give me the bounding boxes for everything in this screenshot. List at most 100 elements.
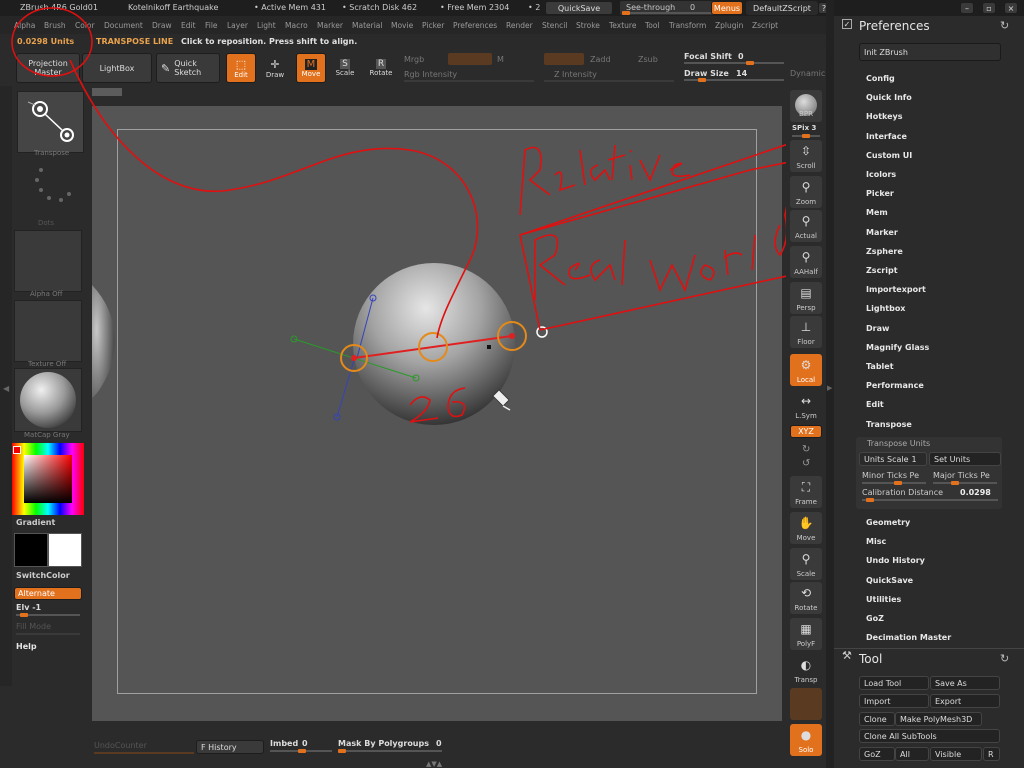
make-polymesh-button[interactable]: Make PolyMesh3D [895,712,982,726]
transp-label: Transp [794,676,818,684]
transpose-end-dot [509,333,515,339]
pref-hotkeys[interactable]: Hotkeys [866,112,903,121]
preferences-title[interactable]: Preferences [859,19,930,33]
pref-importexport[interactable]: Importexport [866,285,926,294]
clone-button[interactable]: Clone [859,712,895,726]
bpr-label: BPR [799,110,813,118]
set-units-button[interactable]: Set Units [929,452,1001,466]
clone-all-subtools-button[interactable]: Clone All SubTools [859,729,1000,743]
units-scale-slider[interactable]: Units Scale 1 [859,452,927,466]
ghost-button[interactable] [790,688,822,720]
pref-zsphere[interactable]: Zsphere [866,247,903,256]
tool-refresh-icon[interactable]: ↻ [1000,652,1009,665]
load-tool-button[interactable]: Load Tool [859,676,929,690]
move-view-label: Move [796,534,816,542]
pref-edit[interactable]: Edit [866,400,884,409]
imbed-track [270,749,332,753]
pref-lightbox[interactable]: Lightbox [866,304,905,313]
major-ticks-slider[interactable]: Major Ticks Pe [931,470,1001,486]
persp-button[interactable]: ▤ Persp [790,282,822,314]
tool-title[interactable]: Tool [859,652,882,666]
frame-label: Frame [795,498,817,506]
actual-button[interactable]: ⚲ Actual [790,210,822,242]
move-view-button[interactable]: ✋ Move [790,512,822,544]
pref-goz[interactable]: GoZ [866,614,884,623]
pref-quicksave[interactable]: QuickSave [866,576,913,585]
polyf-button[interactable]: ▦ PolyF [790,618,822,650]
import-button[interactable]: Import [859,694,929,708]
minor-ticks-slider[interactable]: Minor Ticks Pe [860,470,930,486]
pref-marker[interactable]: Marker [866,228,898,237]
undo-counter-label[interactable]: UndoCounter [94,741,147,750]
frame-icon: ⛶ [801,479,811,494]
pref-performance[interactable]: Performance [866,381,924,390]
xyz-button[interactable]: XYZ [790,425,822,438]
pref-misc[interactable]: Misc [866,537,886,546]
solo-button[interactable]: ● Solo [790,724,822,756]
pref-quick-info[interactable]: Quick Info [866,93,912,102]
make-polymesh-label: Make PolyMesh3D [900,714,973,724]
pref-picker[interactable]: Picker [866,189,894,198]
goz-r-button[interactable]: R [983,747,1000,761]
imbed-slider[interactable]: Imbed 0 [270,738,334,754]
bpr-button[interactable]: BPR [790,90,822,122]
init-zbrush-button[interactable]: Init ZBrush [859,43,1001,61]
pref-decimation-master[interactable]: Decimation Master [866,633,951,642]
goz-visible-button[interactable]: Visible [930,747,982,761]
pref-magnify-glass[interactable]: Magnify Glass [866,343,929,352]
pref-interface[interactable]: Interface [866,132,907,141]
transp-button[interactable]: ◐ Transp [790,654,822,686]
major-ticks-track [933,481,997,485]
local-button[interactable]: ⚙ Local [790,354,822,386]
tool-hammer-icon[interactable]: ⚒ [842,649,852,662]
pref-custom-ui[interactable]: Custom UI [866,151,912,160]
zoom-icon: ⚲ [801,180,811,194]
save-as-button[interactable]: Save As [930,676,1000,690]
pref-config[interactable]: Config [866,74,895,83]
persp-icon: ▤ [800,286,812,300]
frame-button[interactable]: ⛶ Frame [790,476,822,508]
import-label: Import [864,696,891,706]
goz-all-button[interactable]: All [895,747,929,761]
aahalf-button[interactable]: ⚲ AAHalf [790,246,822,278]
annotation-text-realworld [534,199,789,300]
pref-icolors[interactable]: Icolors [866,170,896,179]
transpose-units-title[interactable]: Transpose Units [867,439,930,448]
zoom-button[interactable]: ⚲ Zoom [790,176,822,208]
pref-draw[interactable]: Draw [866,324,889,333]
rotate-ccw-icon[interactable]: ↺ [802,458,810,469]
floor-icon: ⊥ [800,320,812,334]
rotate-view-button[interactable]: ⟲ Rotate [790,582,822,614]
spix-slider[interactable]: SPix 3 [790,124,822,138]
set-units-label: Set Units [934,454,971,464]
imbed-knob [298,749,306,753]
export-button[interactable]: Export [930,694,1000,708]
lsym-button[interactable]: ↔ L.Sym [790,390,822,422]
preferences-refresh-icon[interactable]: ↻ [1000,19,1009,32]
bottom-arrows-icon[interactable]: ▲▼▲ [426,760,442,768]
actual-label: Actual [795,232,817,240]
undo-counter-track[interactable] [94,752,194,754]
pref-geometry[interactable]: Geometry [866,518,910,527]
init-zbrush-label: Init ZBrush [864,47,908,57]
goz-button[interactable]: GoZ [859,747,895,761]
pref-mem[interactable]: Mem [866,208,888,217]
shelf-arrow-icon[interactable]: ▶ [827,384,832,392]
mask-polygroups-slider[interactable]: Mask By Polygroups 0 [338,738,468,754]
pref-tablet[interactable]: Tablet [866,362,894,371]
scroll-button[interactable]: ⇳ Scroll [790,140,822,172]
preferences-checkbox-icon[interactable]: ✓ [842,19,852,29]
local-label: Local [796,376,816,384]
goz-all-label: All [900,749,910,759]
scale-view-button[interactable]: ⚲ Scale [790,548,822,580]
pref-zscript[interactable]: Zscript [866,266,898,275]
clone-label: Clone [864,714,887,724]
rotate-cw-icon[interactable]: ↻ [802,444,810,455]
f-history-button[interactable]: F History [196,740,264,754]
pref-undo-history[interactable]: Undo History [866,556,925,565]
pref-utilities[interactable]: Utilities [866,595,901,604]
pref-transpose[interactable]: Transpose [866,420,912,429]
calibration-distance-slider[interactable]: Calibration Distance 0.0298 [860,487,1002,503]
sphere-mesh[interactable] [353,263,515,425]
floor-button[interactable]: ⊥ Floor [790,316,822,348]
